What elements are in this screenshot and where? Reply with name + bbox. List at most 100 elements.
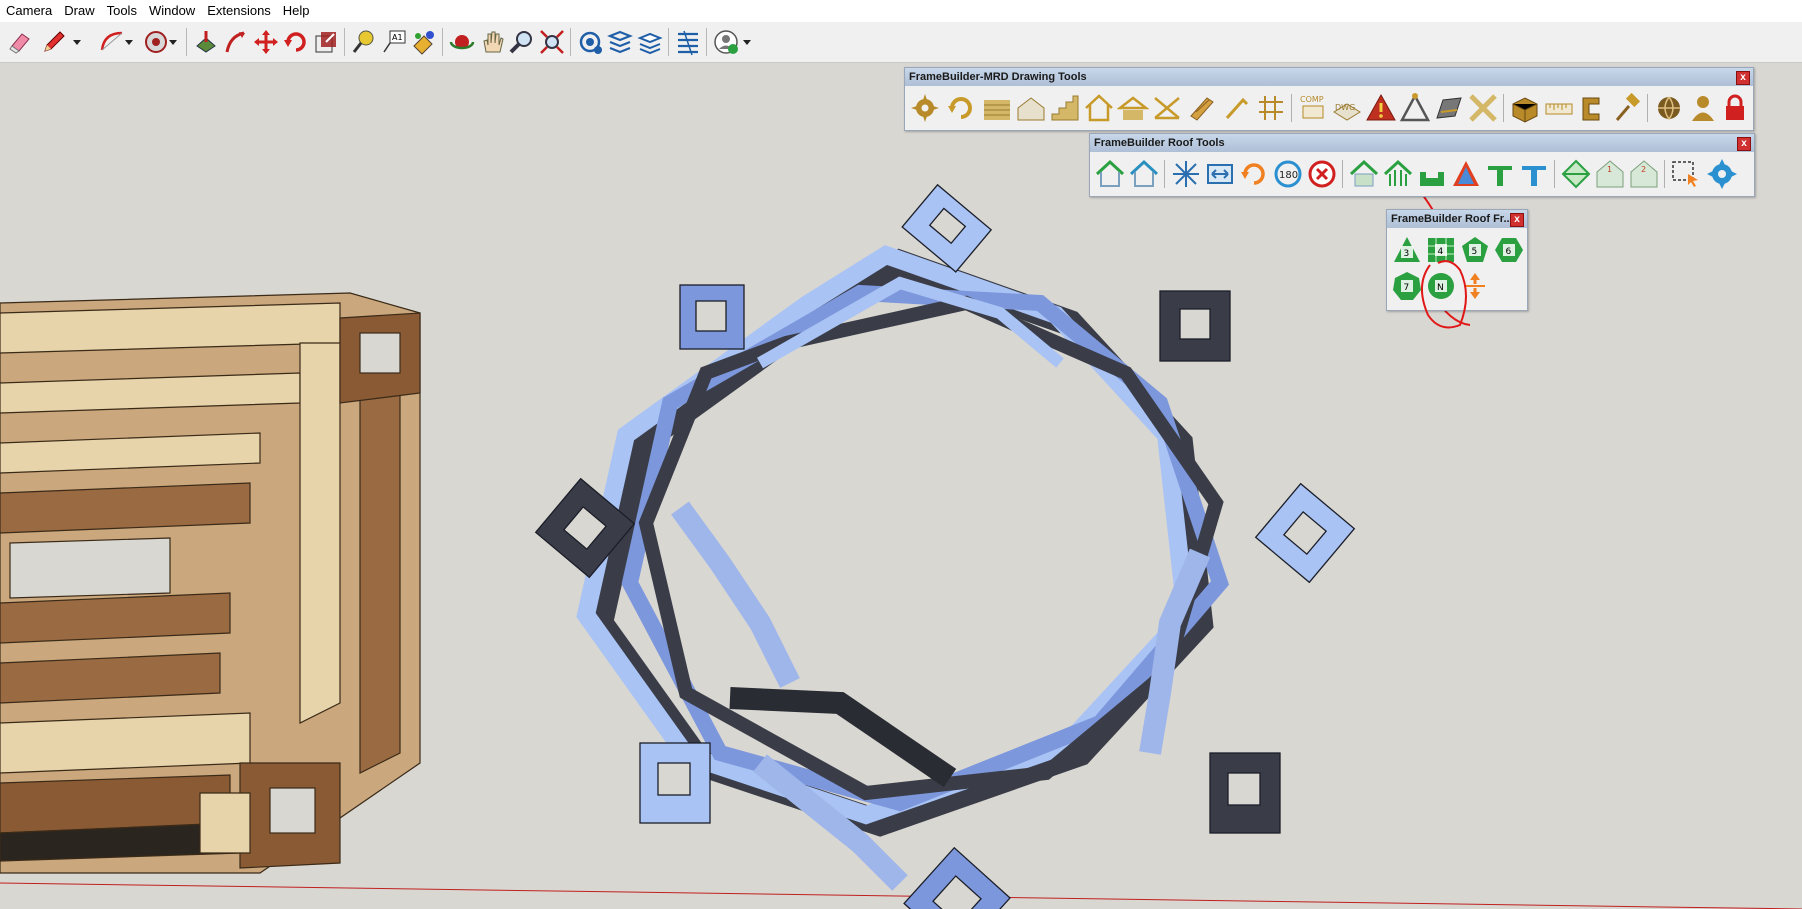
roof-frame-7-button[interactable]: 7 [1391, 270, 1423, 302]
move-icon[interactable] [252, 28, 280, 56]
roof-valley-icon[interactable] [1416, 158, 1448, 190]
roof-frame-5-button[interactable]: 5 [1459, 234, 1491, 266]
layers-icon[interactable] [636, 28, 664, 56]
cross-brace-icon[interactable] [1151, 92, 1183, 124]
toolbar-separator [706, 28, 707, 56]
pan-icon[interactable] [478, 28, 506, 56]
panel-separator [1503, 94, 1504, 122]
text-icon[interactable]: A1 [380, 28, 408, 56]
globe-icon[interactable] [1653, 92, 1685, 124]
menu-camera[interactable]: Camera [0, 0, 58, 22]
scale-icon[interactable] [312, 28, 340, 56]
warning-icon[interactable] [1365, 92, 1397, 124]
roof-frames-close-button[interactable]: x [1510, 213, 1524, 227]
gear-icon[interactable] [909, 92, 941, 124]
select-icon[interactable] [1670, 158, 1702, 190]
comp-icon[interactable]: COMP [1297, 92, 1329, 124]
roof-frame-6-button[interactable]: 6 [1493, 234, 1525, 266]
roof-tools-close-button[interactable]: x [1737, 137, 1751, 151]
roof-beam-icon[interactable] [1518, 158, 1550, 190]
delete-roof-icon[interactable] [1306, 158, 1338, 190]
orbit-icon[interactable] [448, 28, 476, 56]
grid-icon[interactable] [1255, 92, 1287, 124]
roof-grid-1-icon[interactable]: 1 [1594, 158, 1626, 190]
paint-icon[interactable] [410, 28, 438, 56]
svg-text:4: 4 [1438, 247, 1444, 257]
menu-extensions[interactable]: Extensions [201, 0, 277, 22]
roof-tools-title[interactable]: FrameBuilder Roof Tools x [1090, 134, 1754, 152]
roof-frame-icon[interactable] [1348, 158, 1380, 190]
dwg-icon[interactable]: DWG [1331, 92, 1363, 124]
zoom-extents-icon[interactable] [538, 28, 566, 56]
roof-frame-n-button[interactable]: N [1425, 270, 1457, 302]
refresh-icon[interactable] [945, 92, 977, 124]
zoom-icon[interactable] [508, 28, 536, 56]
tape-measure-icon[interactable] [350, 28, 378, 56]
user-icon[interactable] [1687, 92, 1719, 124]
chevron-down-icon[interactable] [166, 34, 180, 50]
panel-icon[interactable] [1433, 92, 1465, 124]
saw-icon[interactable] [1221, 92, 1253, 124]
lumber-icon[interactable] [1187, 92, 1219, 124]
push-pull-icon[interactable] [222, 28, 250, 56]
drawing-tools-title[interactable]: FrameBuilder-MRD Drawing Tools x [905, 68, 1753, 86]
svg-text:COMP: COMP [1300, 95, 1324, 104]
box-icon[interactable] [1509, 92, 1541, 124]
drawing-tools-panel: FrameBuilder-MRD Drawing Tools x COMP DW… [904, 67, 1754, 131]
floor-icon[interactable] [1015, 92, 1047, 124]
knot-ring-model [534, 183, 1356, 909]
roof-frame-3-button[interactable]: 3 [1391, 234, 1423, 266]
roof-framing-icon[interactable] [1382, 158, 1414, 190]
eraser-icon[interactable] [6, 28, 34, 56]
roof-hip-icon[interactable] [1128, 158, 1160, 190]
account-icon[interactable] [712, 28, 740, 56]
roof-grid-2-icon[interactable]: 2 [1628, 158, 1660, 190]
svg-text:2: 2 [1641, 165, 1646, 174]
red-axis-line [0, 882, 1802, 909]
toolbar-separator [570, 28, 571, 56]
truss-icon[interactable] [1117, 92, 1149, 124]
menu-window[interactable]: Window [143, 0, 201, 22]
roof-frame-4-button[interactable]: 4 [1425, 234, 1457, 266]
chevron-down-icon[interactable] [122, 34, 136, 50]
svg-text:A1: A1 [392, 33, 403, 42]
paint-bucket-icon[interactable] [192, 28, 220, 56]
drawing-tools-close-button[interactable]: x [1736, 71, 1750, 85]
roof-post-icon[interactable] [1484, 158, 1516, 190]
measure-icon[interactable] [1543, 92, 1575, 124]
svg-text:1: 1 [1607, 165, 1612, 174]
roof-frames-panel: FrameBuilder Roof Fr... x 3 4 5 6 7 N [1386, 209, 1528, 311]
menu-tools[interactable]: Tools [101, 0, 143, 22]
menu-help[interactable]: Help [277, 0, 316, 22]
explode-icon[interactable] [1170, 158, 1202, 190]
roof-triangle-icon[interactable] [1450, 158, 1482, 190]
stairs-icon[interactable] [1049, 92, 1081, 124]
rotate-roof-icon[interactable] [1238, 158, 1270, 190]
rotate-icon[interactable] [282, 28, 310, 56]
menu-draw[interactable]: Draw [58, 0, 100, 22]
roof-plan-icon[interactable] [1560, 158, 1592, 190]
stretch-icon[interactable] [1204, 158, 1236, 190]
roof-tools-panel: FrameBuilder Roof Tools x 180 1 2 [1089, 133, 1755, 197]
crossed-lumber-icon[interactable] [1467, 92, 1499, 124]
panel-separator [1664, 160, 1665, 188]
clamp-icon[interactable] [1577, 92, 1609, 124]
lock-icon[interactable] [1719, 92, 1751, 124]
rotate-180-icon[interactable]: 180 [1272, 158, 1304, 190]
hammer-icon[interactable] [1611, 92, 1643, 124]
chevron-down-icon[interactable] [70, 34, 84, 50]
pencil-icon[interactable] [40, 28, 68, 56]
raise-lower-icon[interactable] [1459, 270, 1491, 302]
warehouse-icon[interactable] [576, 28, 604, 56]
chevron-down-icon[interactable] [740, 34, 754, 50]
roof-gable-icon[interactable] [1094, 158, 1126, 190]
toolbar-separator [442, 28, 443, 56]
house-icon[interactable] [1083, 92, 1115, 124]
settings-gear-icon[interactable] [1706, 158, 1738, 190]
wall-icon[interactable] [981, 92, 1013, 124]
svg-text:N: N [1437, 283, 1444, 293]
outliner-icon[interactable] [674, 28, 702, 56]
roof-frames-title[interactable]: FrameBuilder Roof Fr... x [1387, 210, 1527, 228]
triangle-tool-icon[interactable] [1399, 92, 1431, 124]
extension-manager-icon[interactable] [606, 28, 634, 56]
